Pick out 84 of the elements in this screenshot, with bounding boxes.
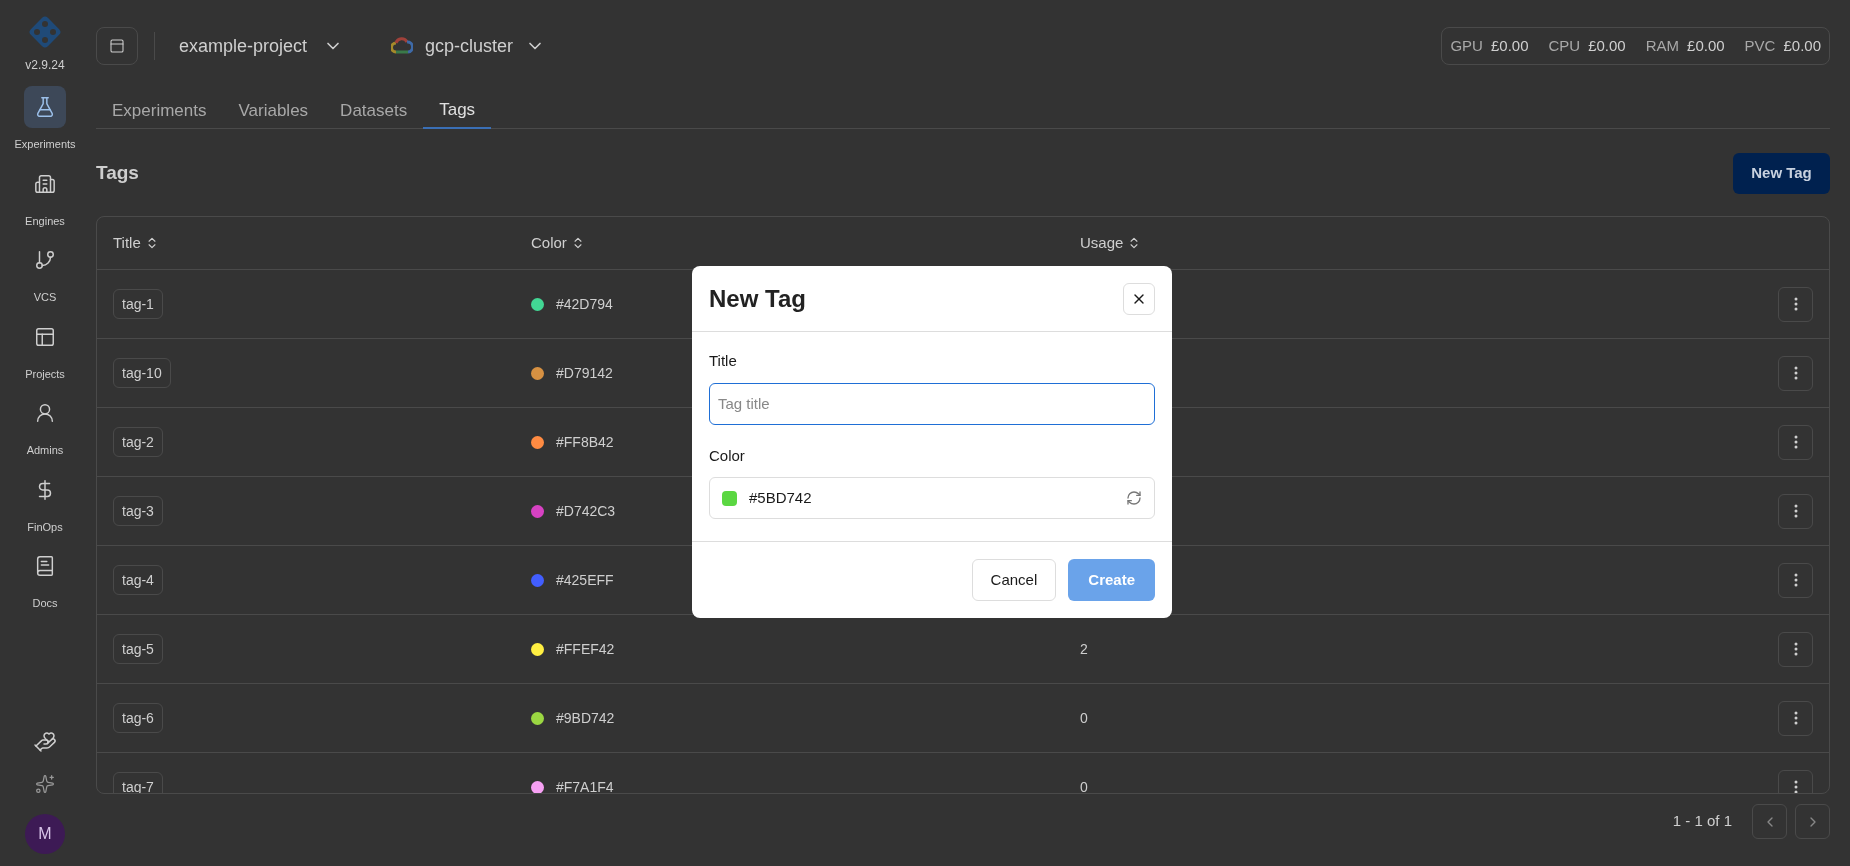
row-menu-button[interactable] <box>1778 493 1813 529</box>
sparkles-icon[interactable] <box>35 774 55 794</box>
layout-icon <box>109 38 125 54</box>
color-code: #9BD742 <box>556 708 615 728</box>
more-icon <box>1793 573 1798 587</box>
hand-heart-icon[interactable] <box>33 730 57 754</box>
tab[interactable]: Experiments <box>96 92 223 129</box>
cost-value: £0.00 <box>1490 35 1529 56</box>
cancel-button[interactable]: Cancel <box>971 559 1057 601</box>
refresh-icon[interactable] <box>1126 490 1142 506</box>
more-icon <box>1793 297 1798 311</box>
person-icon <box>34 402 56 424</box>
color-code: #425EFF <box>556 570 614 590</box>
row-menu-button[interactable] <box>1778 424 1813 460</box>
color-code: #FF8B42 <box>556 432 614 452</box>
color-code: #42D794 <box>556 294 613 314</box>
close-button[interactable] <box>1123 282 1155 315</box>
row-menu-button[interactable] <box>1778 631 1813 667</box>
cluster-dropdown[interactable]: gcp-cluster <box>383 32 554 60</box>
nav-item[interactable]: Engines <box>2 162 88 229</box>
column-header[interactable]: Color <box>531 231 585 255</box>
cost-label: PVC <box>1744 35 1776 56</box>
field-label: Title <box>709 351 738 371</box>
cost-label: RAM <box>1645 35 1680 56</box>
book-icon <box>34 555 56 577</box>
next-page-button[interactable] <box>1795 804 1830 839</box>
tag-chip: tag-6 <box>113 702 163 733</box>
field-label: Color <box>709 445 746 466</box>
more-icon <box>1793 711 1798 725</box>
column-header[interactable]: Title <box>113 231 159 255</box>
tag-chip: tag-1 <box>113 288 163 319</box>
color-code: #F7A1F4 <box>556 777 614 793</box>
building-icon <box>34 172 56 195</box>
cost-label: CPU <box>1548 35 1581 56</box>
tag-chip: tag-10 <box>113 357 171 388</box>
more-icon <box>1793 642 1798 656</box>
tab[interactable]: Tags <box>423 92 492 129</box>
cost-label: GPU <box>1450 35 1483 56</box>
nav-item[interactable]: VCS <box>2 239 88 306</box>
tag-chip: tag-3 <box>113 495 163 526</box>
version-label: v2.9.24 <box>25 57 65 74</box>
more-icon <box>1793 504 1798 518</box>
row-menu-button[interactable] <box>1778 700 1813 736</box>
more-icon <box>1793 366 1798 380</box>
color-code: #D79142 <box>556 363 613 383</box>
tag-title-input[interactable]: Tag title <box>709 382 1155 425</box>
cost-value: £0.00 <box>1783 35 1821 56</box>
cloud-icon <box>391 37 414 55</box>
row-menu-button[interactable] <box>1778 355 1813 391</box>
more-icon <box>1793 780 1798 793</box>
nav-item[interactable]: Admins <box>2 392 88 459</box>
cost-value: £0.00 <box>1687 35 1725 56</box>
nav-item[interactable]: Experiments <box>2 86 88 153</box>
more-icon <box>1793 435 1798 449</box>
nav-item[interactable]: FinOps <box>2 468 88 535</box>
user-avatar[interactable]: M <box>25 814 65 854</box>
column-header[interactable]: Usage <box>1080 231 1142 255</box>
nav-item[interactable]: Docs <box>2 545 88 612</box>
tab[interactable]: Variables <box>222 92 325 129</box>
cost-value: £0.00 <box>1588 35 1626 56</box>
color-code: #D742C3 <box>556 501 616 521</box>
branch-icon <box>34 249 56 271</box>
tab[interactable]: Datasets <box>324 92 424 129</box>
flask-icon <box>34 96 56 118</box>
color-value: #5BD742 <box>749 487 813 508</box>
usage-count: 0 <box>1080 709 1088 726</box>
row-menu-button[interactable] <box>1778 286 1813 322</box>
row-menu-button[interactable] <box>1778 562 1813 598</box>
dialog-title: New Tag <box>709 283 806 314</box>
previous-page-button[interactable] <box>1752 804 1787 839</box>
tag-chip: tag-4 <box>113 564 163 595</box>
page-title: Tags <box>96 161 139 186</box>
tag-chip: tag-2 <box>113 426 163 457</box>
usage-count: 0 <box>1080 778 1088 793</box>
nav-item[interactable]: Projects <box>2 315 88 382</box>
project-dropdown[interactable]: example-project <box>171 32 352 60</box>
layout-icon <box>34 325 56 348</box>
tag-chip: tag-5 <box>113 633 163 664</box>
color-field[interactable]: #5BD742 <box>709 477 1155 519</box>
color-code: #FFEF42 <box>556 639 615 659</box>
usage-count: 2 <box>1080 640 1088 657</box>
layout-toggle-button[interactable] <box>96 27 138 65</box>
new-tag-button[interactable]: New Tag <box>1733 153 1830 194</box>
pagination-range: 1 - 1 of 1 <box>1672 811 1732 832</box>
